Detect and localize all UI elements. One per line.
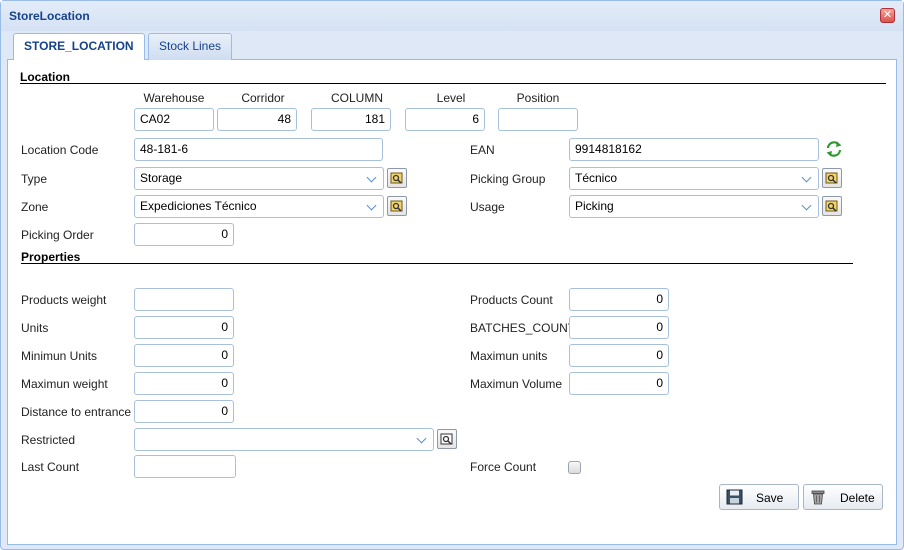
lookup-icon (825, 172, 838, 184)
last-count-field[interactable] (134, 455, 236, 478)
position-field[interactable] (498, 108, 578, 131)
chevron-down-icon[interactable] (367, 196, 379, 217)
tab-label: STORE_LOCATION (24, 39, 134, 53)
usage-lookup-button[interactable] (822, 196, 842, 216)
column-field[interactable]: 181 (311, 108, 391, 131)
location-code-field[interactable]: 48-181-6 (134, 138, 383, 161)
column-label: COLUMN (330, 91, 383, 105)
restricted-label: Restricted (21, 433, 76, 447)
distance-to-entrance-label: Distance to entrance (21, 405, 132, 419)
units-field[interactable]: 0 (134, 316, 234, 339)
force-count-label: Force Count (470, 460, 537, 474)
store-location-window: StoreLocation ✕ STORE_LOCATION Stock Lin… (0, 0, 904, 550)
chevron-down-icon[interactable] (417, 429, 429, 450)
refresh-icon (826, 141, 842, 157)
type-select[interactable]: Storage (134, 167, 384, 190)
zone-select[interactable]: Expediciones Técnico (134, 195, 384, 218)
lookup-icon (440, 433, 453, 445)
tab-label: Stock Lines (159, 39, 222, 53)
section-divider (21, 263, 853, 264)
floppy-disk-icon (726, 489, 743, 505)
picking-group-lookup-button[interactable] (822, 168, 842, 188)
type-value: Storage (140, 171, 183, 185)
maximun-weight-label: Maximun weight (21, 377, 108, 391)
products-weight-field[interactable] (134, 288, 234, 311)
lookup-icon (390, 172, 403, 184)
corridor-field[interactable]: 48 (217, 108, 297, 131)
batches-count-field[interactable]: 0 (569, 316, 669, 339)
maximun-units-label: Maximun units (470, 349, 548, 363)
warehouse-label: Warehouse (143, 91, 205, 105)
type-label: Type (21, 172, 48, 186)
delete-button[interactable]: Delete (803, 484, 883, 510)
save-button[interactable]: Save (719, 484, 799, 510)
picking-group-select[interactable]: Técnico (569, 167, 819, 190)
ean-label: EAN (470, 143, 495, 157)
last-count-label: Last Count (21, 460, 80, 474)
warehouse-field[interactable]: CA02 (134, 108, 214, 131)
picking-order-field[interactable]: 0 (134, 223, 234, 246)
trash-icon (811, 490, 825, 505)
picking-group-label: Picking Group (470, 172, 546, 186)
level-field[interactable]: 6 (405, 108, 485, 131)
lookup-icon (825, 200, 838, 212)
restricted-select[interactable] (134, 428, 434, 451)
store-location-panel: Location Warehouse Corridor COLUMN Level… (7, 60, 897, 545)
section-title-location: Location (20, 70, 70, 84)
maximun-units-field[interactable]: 0 (569, 344, 669, 367)
refresh-button[interactable] (825, 140, 843, 158)
minimun-units-field[interactable]: 0 (134, 344, 234, 367)
maximun-volume-label: Maximun Volume (470, 377, 563, 391)
tab-stock-lines[interactable]: Stock Lines (148, 33, 233, 60)
minimun-units-label: Minimun Units (21, 349, 98, 363)
level-label: Level (436, 91, 466, 105)
save-button-label: Save (756, 491, 784, 505)
ean-field[interactable]: 9914818162 (569, 138, 819, 161)
zone-lookup-button[interactable] (387, 196, 407, 216)
window-titlebar[interactable]: StoreLocation ✕ (1, 1, 903, 31)
tab-strip: STORE_LOCATION Stock Lines (7, 31, 897, 61)
usage-value: Picking (575, 199, 614, 213)
restricted-lookup-button[interactable] (437, 429, 457, 449)
position-label: Position (516, 91, 560, 105)
chevron-down-icon[interactable] (367, 168, 379, 189)
force-count-checkbox[interactable] (568, 461, 581, 474)
window-title: StoreLocation (9, 9, 90, 23)
section-divider (20, 83, 886, 84)
tab-store-location[interactable]: STORE_LOCATION (13, 33, 145, 61)
location-code-label: Location Code (21, 143, 99, 157)
zone-label: Zone (21, 200, 49, 214)
maximun-volume-field[interactable]: 0 (569, 372, 669, 395)
picking-group-value: Técnico (575, 171, 618, 185)
chevron-down-icon[interactable] (802, 196, 814, 217)
corridor-label: Corridor (241, 91, 285, 105)
delete-button-label: Delete (840, 491, 875, 505)
zone-value: Expediciones Técnico (140, 199, 257, 213)
section-title-properties: Properties (21, 250, 81, 264)
close-icon: ✕ (882, 9, 893, 21)
distance-to-entrance-field[interactable]: 0 (134, 400, 234, 423)
close-button[interactable]: ✕ (880, 8, 895, 23)
usage-select[interactable]: Picking (569, 195, 819, 218)
picking-order-label: Picking Order (21, 228, 94, 242)
products-weight-label: Products weight (21, 293, 107, 307)
batches-count-label: BATCHES_COUNT (470, 321, 576, 335)
products-count-field[interactable]: 0 (569, 288, 669, 311)
lookup-icon (390, 200, 403, 212)
units-label: Units (21, 321, 49, 335)
chevron-down-icon[interactable] (802, 168, 814, 189)
usage-label: Usage (470, 200, 505, 214)
products-count-label: Products Count (470, 293, 553, 307)
type-lookup-button[interactable] (387, 168, 407, 188)
maximun-weight-field[interactable]: 0 (134, 372, 234, 395)
